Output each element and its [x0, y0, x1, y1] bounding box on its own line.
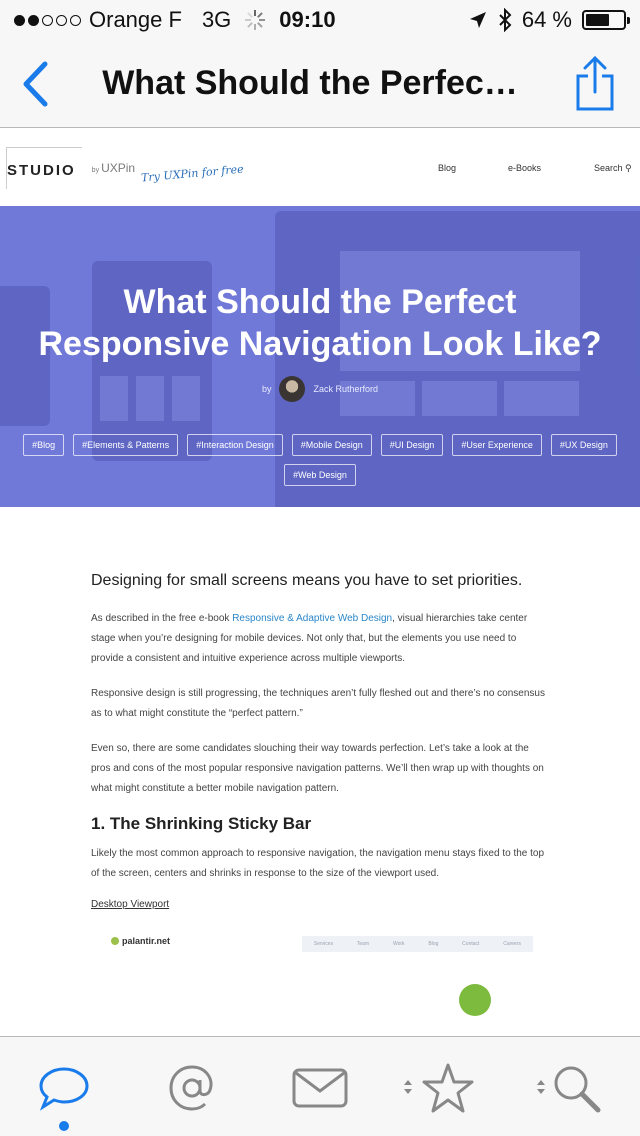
palantir-logo: palantir.net — [111, 936, 170, 946]
try-uxpin-link[interactable]: Try UXPin for free — [141, 163, 244, 185]
back-button[interactable] — [0, 40, 70, 128]
sort-arrows-icon — [404, 1080, 412, 1094]
chevron-left-icon — [23, 61, 48, 106]
sort-arrows-icon — [537, 1080, 545, 1094]
share-icon — [576, 55, 614, 110]
clock: 09:10 — [279, 7, 336, 32]
desktop-preview-image: palantir.net Services Team Work Blog Contact… — [91, 924, 549, 1016]
studio-logo[interactable]: STUDIO — [6, 146, 82, 189]
article-byline: by Zack Rutherford — [0, 376, 640, 402]
share-button[interactable] — [550, 40, 640, 128]
status-bar: Orange F 3G 09:10 64 % — [0, 0, 640, 40]
battery-icon — [582, 10, 630, 30]
site-nav-ebooks[interactable]: e-Books — [508, 163, 541, 173]
preview-nav: Services Team Work Blog Contact Careers — [302, 936, 533, 952]
hero-title: What Should the Perfect Responsive Navig… — [38, 283, 602, 363]
article-lead: Designing for small screens means you ha… — [91, 572, 523, 589]
search-icon — [554, 1066, 601, 1113]
author-name[interactable]: Zack Rutherford — [313, 384, 378, 394]
navigation-bar: What Should the Perfec… — [0, 40, 640, 128]
page-title: What Should the Perfec… — [102, 64, 518, 102]
bluetooth-icon — [499, 8, 512, 32]
activity-spinner-icon — [245, 10, 266, 30]
paragraph-3: Even so, there are some candidates slouc… — [91, 743, 544, 794]
signal-strength-icon — [14, 14, 81, 26]
tag-ux-design[interactable]: #UX Design — [550, 434, 617, 456]
paragraph-4: Likely the most common approach to respo… — [91, 848, 545, 879]
paragraph-2: Responsive design is still progressing, … — [91, 688, 545, 719]
ebook-link[interactable]: Responsive & Adaptive Web Design — [232, 613, 392, 624]
preview-decoration — [459, 984, 491, 1016]
site-nav-search[interactable]: Search ⚲ — [594, 163, 632, 174]
paragraph-1: As described in the free e-book Responsi… — [91, 613, 528, 664]
tab-conversations[interactable] — [36, 1063, 92, 1113]
magnifier-icon: ⚲ — [625, 163, 632, 173]
envelope-icon — [292, 1068, 348, 1108]
at-sign-icon — [169, 1065, 213, 1111]
tab-mentions[interactable] — [164, 1063, 220, 1113]
web-view[interactable]: STUDIO by UXPin Try UXPin for free Blog e… — [0, 129, 640, 1036]
location-arrow-icon — [469, 12, 486, 28]
tag-ui-design[interactable]: #UI Design — [380, 434, 444, 456]
tab-messages[interactable] — [292, 1063, 348, 1113]
chat-bubble-icon — [39, 1067, 89, 1111]
uxpin-logo[interactable]: by UXPin — [92, 161, 135, 175]
tag-mobile-design[interactable]: #Mobile Design — [291, 434, 372, 456]
tab-favorites[interactable] — [420, 1063, 476, 1113]
site-header: STUDIO by UXPin Try UXPin for free Blog e… — [0, 129, 640, 206]
tag-list: #Blog #Elements & Patterns #Interaction … — [0, 434, 640, 486]
carrier-name: Orange F — [89, 7, 182, 32]
tag-web-design[interactable]: #Web Design — [284, 464, 356, 486]
article-body: Designing for small screens means you ha… — [0, 507, 640, 1016]
author-avatar — [279, 376, 306, 402]
battery-percent: 64 % — [521, 7, 572, 32]
network-type: 3G — [201, 7, 232, 32]
tab-bar — [0, 1036, 640, 1136]
site-nav-blog[interactable]: Blog — [438, 163, 456, 173]
tag-elements-patterns[interactable]: #Elements & Patterns — [73, 434, 179, 456]
tag-blog[interactable]: #Blog — [23, 434, 65, 456]
tag-user-experience[interactable]: #User Experience — [452, 434, 542, 456]
section-heading: 1. The Shrinking Sticky Bar — [91, 814, 312, 833]
tag-interaction-design[interactable]: #Interaction Design — [187, 434, 283, 456]
hero-banner: What Should the Perfect Responsive Navig… — [0, 206, 640, 507]
star-icon — [422, 1063, 474, 1113]
desktop-viewport-link[interactable]: Desktop Viewport — [91, 899, 549, 910]
selected-tab-indicator — [59, 1121, 69, 1131]
tab-search[interactable] — [548, 1063, 604, 1113]
